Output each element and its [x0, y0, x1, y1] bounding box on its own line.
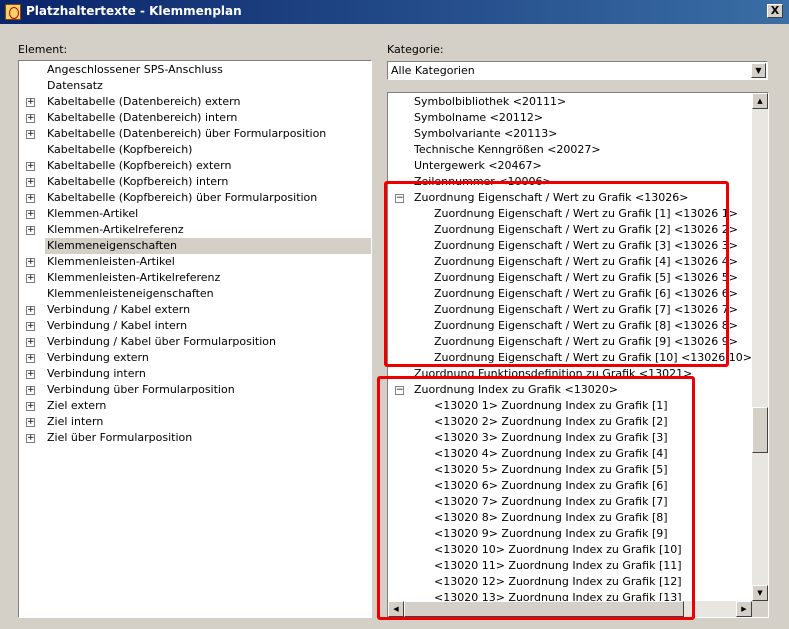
- kategorie-value: Alle Kategorien: [391, 64, 475, 77]
- element-tree-item-label: Kabeltabelle (Kopfbereich) extern: [47, 159, 232, 172]
- element-tree-item[interactable]: Kabeltabelle (Datenbereich) intern: [45, 110, 371, 126]
- element-tree-item[interactable]: Ziel intern: [45, 414, 371, 430]
- element-tree-item-label: Angeschlossener SPS-Anschluss: [47, 63, 223, 76]
- placeholder-tree-item[interactable]: Symbolvariante <20113>: [414, 126, 558, 142]
- expand-plus-icon[interactable]: +: [26, 114, 35, 123]
- element-tree-item[interactable]: Klemmen-Artikel: [45, 206, 371, 222]
- element-tree[interactable]: Angeschlossener SPS-Anschluss Datensatz Ka…: [18, 60, 372, 618]
- element-tree-item[interactable]: Verbindung intern: [45, 366, 371, 382]
- expand-plus-icon[interactable]: +: [26, 402, 35, 411]
- expand-plus-icon[interactable]: +: [26, 274, 35, 283]
- element-tree-item[interactable]: Kabeltabelle (Kopfbereich) über Formular…: [45, 190, 371, 206]
- element-tree-item-label: Verbindung extern: [47, 351, 149, 364]
- element-tree-item[interactable]: Verbindung / Kabel extern: [45, 302, 371, 318]
- highlight-box-eigenschaft: [384, 181, 729, 367]
- element-tree-item[interactable]: Kabeltabelle (Datenbereich) extern: [45, 94, 371, 110]
- element-tree-item[interactable]: Verbindung / Kabel intern: [45, 318, 371, 334]
- placeholder-tree-item[interactable]: Untergewerk <20467>: [414, 158, 542, 174]
- element-tree-item[interactable]: Verbindung / Kabel über Formularposition: [45, 334, 371, 350]
- element-tree-item-label: Klemmenleisteneigenschaften: [47, 287, 214, 300]
- expand-plus-icon[interactable]: +: [26, 226, 35, 235]
- element-tree-item-label: Klemmen-Artikelreferenz: [47, 223, 184, 236]
- element-tree-item-label: Klemmeneigenschaften: [47, 239, 177, 252]
- element-tree-item-label: Verbindung / Kabel über Formularposition: [47, 335, 276, 348]
- element-tree-item[interactable]: Kabeltabelle (Kopfbereich) intern: [45, 174, 371, 190]
- element-tree-item[interactable]: Klemmenleisten-Artikel: [45, 254, 371, 270]
- scroll-up-icon[interactable]: ▲: [752, 93, 768, 109]
- element-tree-item[interactable]: Kabeltabelle (Kopfbereich) extern: [45, 158, 371, 174]
- window-title: Platzhaltertexte - Klemmenplan: [26, 4, 242, 18]
- chevron-down-icon[interactable]: ▼: [751, 63, 766, 78]
- element-tree-item[interactable]: Klemmeneigenschaften: [45, 238, 371, 254]
- highlight-box-index: [377, 376, 695, 620]
- scroll-thumb[interactable]: [752, 407, 768, 453]
- element-tree-item-label: Kabeltabelle (Kopfbereich): [47, 143, 193, 156]
- scroll-down-icon[interactable]: ▼: [752, 585, 768, 601]
- element-tree-item-label: Datensatz: [47, 79, 103, 92]
- element-tree-item-label: Verbindung / Kabel intern: [47, 319, 188, 332]
- title-bar: Platzhaltertexte - Klemmenplan X: [0, 0, 789, 24]
- element-tree-item-label: Ziel extern: [47, 399, 107, 412]
- element-tree-item-label: Klemmenleisten-Artikel: [47, 255, 175, 268]
- element-tree-item-label: Verbindung / Kabel extern: [47, 303, 191, 316]
- scroll-corner: [752, 601, 768, 617]
- element-tree-item-label: Kabeltabelle (Datenbereich) extern: [47, 95, 241, 108]
- element-tree-item-label: Klemmenleisten-Artikelreferenz: [47, 271, 221, 284]
- element-tree-item[interactable]: Kabeltabelle (Datenbereich) über Formula…: [45, 126, 371, 142]
- scroll-right-icon[interactable]: ▶: [736, 601, 752, 617]
- element-tree-item-label: Verbindung intern: [47, 367, 146, 380]
- element-tree-item[interactable]: Verbindung extern: [45, 350, 371, 366]
- element-tree-item-label: Ziel intern: [47, 415, 104, 428]
- element-tree-item[interactable]: Verbindung über Formularposition: [45, 382, 371, 398]
- expand-plus-icon[interactable]: +: [26, 338, 35, 347]
- expand-plus-icon[interactable]: +: [26, 306, 35, 315]
- element-label: Element:: [18, 43, 68, 56]
- expand-plus-icon[interactable]: +: [26, 322, 35, 331]
- element-tree-item[interactable]: Ziel über Formularposition: [45, 430, 371, 446]
- element-tree-item[interactable]: Angeschlossener SPS-Anschluss: [45, 62, 371, 78]
- expand-plus-icon[interactable]: +: [26, 258, 35, 267]
- app-icon: [5, 4, 21, 20]
- element-tree-item-label: Klemmen-Artikel: [47, 207, 139, 220]
- element-tree-item[interactable]: Datensatz: [45, 78, 371, 94]
- element-tree-item-label: Kabeltabelle (Datenbereich) über Formula…: [47, 127, 327, 140]
- kategorie-dropdown[interactable]: Alle Kategorien ▼: [387, 61, 768, 80]
- kategorie-label: Kategorie:: [387, 43, 444, 56]
- expand-plus-icon[interactable]: +: [26, 162, 35, 171]
- element-tree-item-label: Kabeltabelle (Kopfbereich) über Formular…: [47, 191, 318, 204]
- expand-plus-icon[interactable]: +: [26, 434, 35, 443]
- element-tree-item-label: Verbindung über Formularposition: [47, 383, 235, 396]
- vertical-scrollbar[interactable]: ▲ ▼: [752, 93, 768, 601]
- expand-plus-icon[interactable]: +: [26, 130, 35, 139]
- element-tree-item[interactable]: Klemmen-Artikelreferenz: [45, 222, 371, 238]
- element-tree-item[interactable]: Klemmenleisteneigenschaften: [45, 286, 371, 302]
- expand-plus-icon[interactable]: +: [26, 370, 35, 379]
- close-button[interactable]: X: [767, 4, 783, 18]
- element-tree-item-label: Ziel über Formularposition: [47, 431, 193, 444]
- expand-plus-icon[interactable]: +: [26, 178, 35, 187]
- expand-plus-icon[interactable]: +: [26, 418, 35, 427]
- element-tree-item-label: Kabeltabelle (Kopfbereich) intern: [47, 175, 229, 188]
- element-tree-item[interactable]: Klemmenleisten-Artikelreferenz: [45, 270, 371, 286]
- element-tree-item[interactable]: Ziel extern: [45, 398, 371, 414]
- expand-plus-icon[interactable]: +: [26, 98, 35, 107]
- placeholder-tree-item[interactable]: Symbolname <20112>: [414, 110, 543, 126]
- expand-plus-icon[interactable]: +: [26, 210, 35, 219]
- expand-plus-icon[interactable]: +: [26, 386, 35, 395]
- element-tree-item-label: Kabeltabelle (Datenbereich) intern: [47, 111, 238, 124]
- expand-plus-icon[interactable]: +: [26, 194, 35, 203]
- placeholder-tree-item[interactable]: Technische Kenngrößen <20027>: [414, 142, 601, 158]
- placeholder-tree-item[interactable]: Symbolbibliothek <20111>: [414, 94, 566, 110]
- expand-plus-icon[interactable]: +: [26, 354, 35, 363]
- element-tree-item[interactable]: Kabeltabelle (Kopfbereich): [45, 142, 371, 158]
